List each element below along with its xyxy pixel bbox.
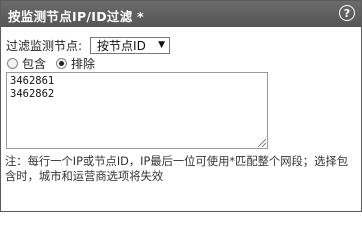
panel-title: 按监测节点IP/ID过滤 * — [8, 9, 144, 24]
node-id-textarea[interactable]: 3462861 3462862 — [6, 72, 268, 149]
radio-exclude[interactable] — [56, 57, 68, 69]
radio-include-label[interactable]: 包含 — [22, 55, 46, 72]
filter-type-select[interactable]: 按节点ID ▼ — [90, 36, 171, 54]
panel-titlebar: 按监测节点IP/ID过滤 * ? — [1, 1, 361, 27]
help-icon[interactable]: ? — [339, 5, 355, 21]
filter-note: 注：每行一个IP或节点ID，IP最后一位可使用*匹配整个网段；选择包含时，城市和… — [5, 155, 348, 183]
resize-grip-icon[interactable] — [258, 139, 266, 147]
mode-radio-group: 包含 排除 — [7, 55, 105, 71]
filter-label: 过滤监测节点: — [6, 38, 83, 53]
textarea-line: 3462862 — [10, 88, 55, 100]
node-filter-panel: 按监测节点IP/ID过滤 * ? 过滤监测节点: 按节点ID ▼ 包含 排除 3… — [0, 0, 362, 212]
filter-type-selected: 按节点ID — [97, 38, 146, 53]
textarea-line: 3462861 — [10, 75, 55, 87]
filter-row: 过滤监测节点: 按节点ID ▼ — [6, 35, 171, 55]
radio-exclude-label[interactable]: 排除 — [71, 55, 95, 72]
radio-include[interactable] — [7, 57, 18, 69]
chevron-down-icon: ▼ — [158, 40, 166, 50]
